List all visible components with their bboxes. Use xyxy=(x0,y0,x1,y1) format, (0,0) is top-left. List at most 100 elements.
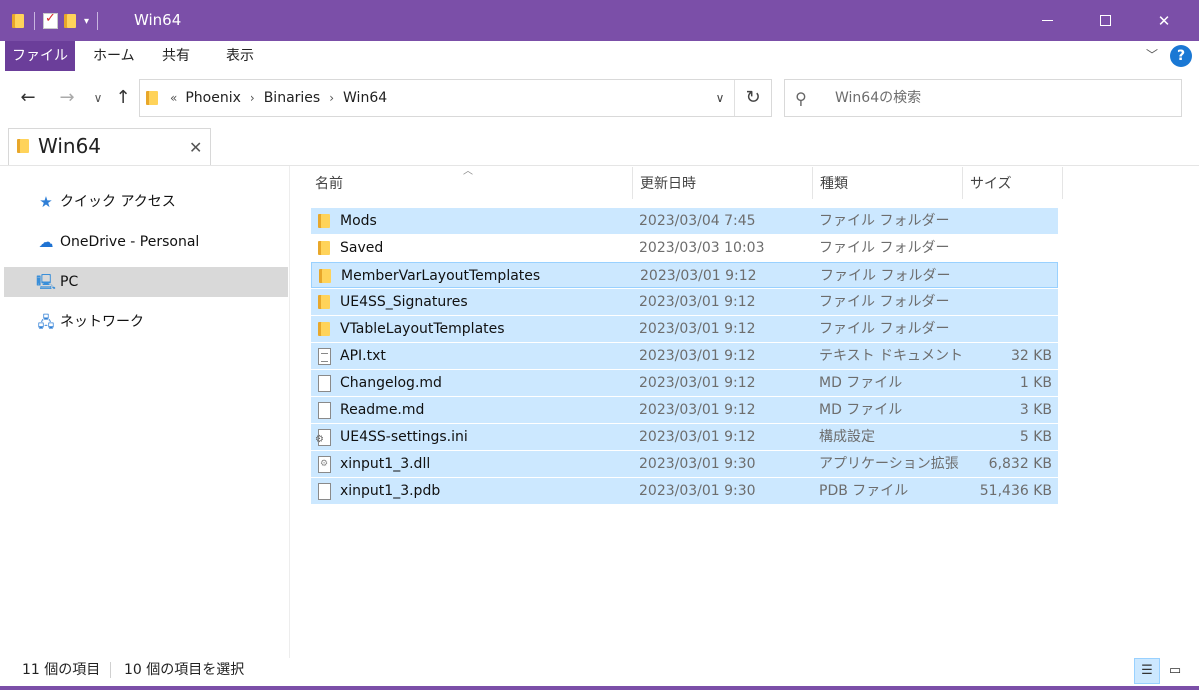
file-row[interactable]: Mods 2023/03/04 7:45 ファイル フォルダー xyxy=(311,208,1058,234)
folder-icon xyxy=(319,268,333,284)
breadcrumb-overflow[interactable]: « xyxy=(170,91,177,105)
nav-item-onedrive[interactable]: ☁ OneDrive - Personal xyxy=(4,227,288,257)
file-row[interactable]: Saved 2023/03/03 10:03 ファイル フォルダー xyxy=(311,235,1058,261)
breadcrumb-chevron-icon[interactable]: › xyxy=(250,91,255,105)
column-divider[interactable] xyxy=(812,167,813,199)
pc-icon: 🖳 xyxy=(36,273,57,291)
folder-icon xyxy=(318,321,332,337)
file-name: API.txt xyxy=(340,348,386,364)
refresh-icon[interactable]: ↻ xyxy=(734,80,771,116)
expand-ribbon-chevron-icon[interactable]: ﹀ xyxy=(1146,46,1158,63)
folder-icon xyxy=(318,240,332,256)
column-divider[interactable] xyxy=(1062,167,1063,199)
file-row[interactable]: API.txt 2023/03/01 9:12 テキスト ドキュメント 32 K… xyxy=(311,343,1058,369)
toolbar-separator xyxy=(97,12,99,30)
window-title: Win64 xyxy=(134,11,182,29)
forward-arrow-icon[interactable]: → xyxy=(55,85,79,111)
file-type: ファイル フォルダー xyxy=(819,321,950,337)
column-header-name[interactable]: 名前 xyxy=(315,172,630,196)
file-type: ファイル フォルダー xyxy=(820,268,951,284)
file-name: UE4SS-settings.ini xyxy=(340,429,468,445)
help-icon[interactable]: ? xyxy=(1170,45,1192,67)
close-icon: ✕ xyxy=(1157,11,1171,30)
file-row[interactable]: UE4SS-settings.ini 2023/03/01 9:12 構成設定 … xyxy=(311,424,1058,450)
minimize-button[interactable] xyxy=(1024,0,1070,41)
up-arrow-icon[interactable]: ↑ xyxy=(111,85,135,111)
folder-tab[interactable]: Win64 ✕ xyxy=(8,128,211,166)
file-type: テキスト ドキュメント xyxy=(819,348,964,364)
file-name: xinput1_3.dll xyxy=(340,456,431,472)
search-input[interactable]: Win64の検索 xyxy=(835,80,921,116)
quick-access-toolbar: ▾ xyxy=(12,10,100,32)
toolbar-separator xyxy=(34,12,35,30)
file-name: Readme.md xyxy=(340,402,425,418)
file-name: UE4SS_Signatures xyxy=(340,294,468,310)
tab-home[interactable]: ホーム xyxy=(77,41,151,71)
maximize-button[interactable] xyxy=(1082,0,1128,41)
column-divider[interactable] xyxy=(632,167,633,199)
breadcrumb-item[interactable]: Binaries xyxy=(264,90,321,106)
file-row[interactable]: xinput1_3.dll 2023/03/01 9:30 アプリケーション拡張… xyxy=(311,451,1058,477)
dll-file-icon xyxy=(318,456,331,473)
nav-item-pc[interactable]: 🖳 PC xyxy=(4,267,288,297)
recent-locations-chevron-icon[interactable]: ∨ xyxy=(86,85,110,111)
column-header-size[interactable]: サイズ xyxy=(970,172,1060,196)
file-type: MD ファイル xyxy=(819,402,903,418)
folder-icon xyxy=(17,138,31,154)
settings-file-icon xyxy=(315,429,331,446)
new-folder-icon[interactable] xyxy=(64,13,78,29)
address-bar[interactable]: « Phoenix › Binaries › Win64 ∨ ↻ xyxy=(139,79,772,117)
file-row[interactable]: Changelog.md 2023/03/01 9:12 MD ファイル 1 K… xyxy=(311,370,1058,396)
customize-toolbar-chevron-icon[interactable]: ▾ xyxy=(84,16,89,27)
close-tab-icon[interactable]: ✕ xyxy=(189,138,202,157)
tab-file[interactable]: ファイル xyxy=(5,41,75,71)
window-border xyxy=(0,686,1199,690)
breadcrumb-item[interactable]: Phoenix xyxy=(185,90,241,106)
nav-item-label: OneDrive - Personal xyxy=(60,234,200,250)
file-date: 2023/03/01 9:12 xyxy=(639,429,756,445)
nav-item-network[interactable]: 🖧 ネットワーク xyxy=(4,307,288,337)
file-size: 1 KB xyxy=(1019,375,1052,391)
file-name: Mods xyxy=(340,213,377,229)
folder-icon xyxy=(146,90,160,106)
breadcrumb-item[interactable]: Win64 xyxy=(343,90,387,106)
tab-view[interactable]: 表示 xyxy=(210,41,270,71)
file-row[interactable]: UE4SS_Signatures 2023/03/01 9:12 ファイル フォ… xyxy=(311,289,1058,315)
status-bar: 11 個の項目 10 個の項目を選択 ☰ ▭ xyxy=(0,658,1199,686)
tab-share[interactable]: 共有 xyxy=(146,41,206,71)
title-bar: ▾ Win64 ✕ xyxy=(0,0,1199,41)
onedrive-icon: ☁ xyxy=(38,233,54,251)
file-row[interactable]: VTableLayoutTemplates 2023/03/01 9:12 ファ… xyxy=(311,316,1058,342)
file-size: 6,832 KB xyxy=(988,456,1052,472)
column-divider[interactable] xyxy=(962,167,963,199)
file-date: 2023/03/01 9:12 xyxy=(640,268,757,284)
file-date: 2023/03/01 9:30 xyxy=(639,483,756,499)
address-dropdown-chevron-icon[interactable]: ∨ xyxy=(706,80,734,116)
close-button[interactable]: ✕ xyxy=(1141,0,1187,41)
file-row[interactable]: Readme.md 2023/03/01 9:12 MD ファイル 3 KB xyxy=(311,397,1058,423)
column-header-date[interactable]: 更新日時 xyxy=(640,172,810,196)
nav-item-quick-access[interactable]: ★ クイック アクセス xyxy=(4,187,288,217)
navigation-pane: ★ クイック アクセス ☁ OneDrive - Personal 🖳 PC 🖧… xyxy=(0,166,290,658)
large-icons-view-icon[interactable]: ▭ xyxy=(1164,660,1186,682)
file-size: 5 KB xyxy=(1019,429,1052,445)
search-box[interactable]: ⚲ Win64の検索 xyxy=(784,79,1182,117)
breadcrumb-chevron-icon[interactable]: › xyxy=(329,91,334,105)
file-date: 2023/03/01 9:12 xyxy=(639,294,756,310)
file-date: 2023/03/04 7:45 xyxy=(639,213,756,229)
back-arrow-icon[interactable]: ← xyxy=(16,85,40,111)
column-header-type[interactable]: 種類 xyxy=(820,172,960,196)
file-name: Changelog.md xyxy=(340,375,442,391)
file-type: PDB ファイル xyxy=(819,483,909,499)
file-row[interactable]: MemberVarLayoutTemplates 2023/03/01 9:12… xyxy=(311,262,1058,288)
text-file-icon xyxy=(318,348,331,365)
details-view-icon[interactable]: ☰ xyxy=(1134,658,1160,684)
file-date: 2023/03/03 10:03 xyxy=(639,240,765,256)
file-row[interactable]: xinput1_3.pdb 2023/03/01 9:30 PDB ファイル 5… xyxy=(311,478,1058,504)
folder-icon xyxy=(318,213,332,229)
file-date: 2023/03/01 9:12 xyxy=(639,348,756,364)
properties-icon[interactable] xyxy=(43,11,58,29)
folder-icon xyxy=(318,294,332,310)
nav-item-label: PC xyxy=(60,274,79,290)
file-type: ファイル フォルダー xyxy=(819,294,950,310)
